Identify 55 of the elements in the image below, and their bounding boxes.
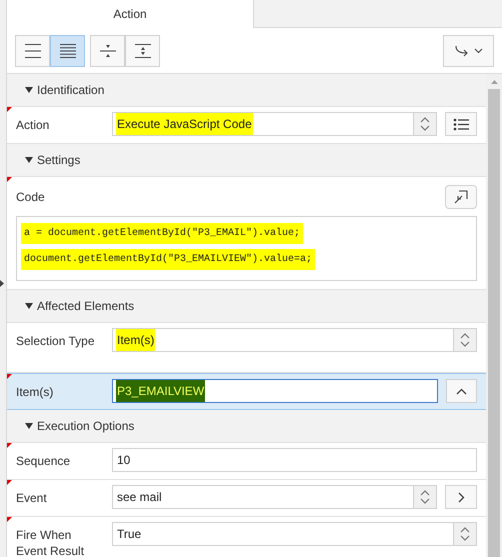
property-label: Fire When Event Result bbox=[16, 527, 86, 557]
show-all-button[interactable] bbox=[50, 34, 85, 66]
lines-icon bbox=[60, 44, 76, 58]
tab[interactable]: Action bbox=[7, 0, 253, 28]
list-button[interactable] bbox=[445, 112, 477, 136]
expand-icon bbox=[134, 44, 150, 58]
caret-down-icon bbox=[474, 48, 482, 54]
property-label: Selection Type bbox=[16, 333, 96, 349]
property-label: Sequence bbox=[16, 453, 72, 469]
collapse-button[interactable] bbox=[446, 379, 477, 403]
field-value: Execute JavaScript Code bbox=[116, 113, 253, 135]
scroll-up-icon bbox=[490, 80, 498, 84]
code-editor[interactable]: a = document.getElementById("P3_EMAIL").value; document.getElementById("P3_EMAILVIEW").value=a; bbox=[16, 216, 477, 281]
lines-icon bbox=[24, 44, 40, 58]
scroll-thumb[interactable] bbox=[488, 89, 500, 557]
curved-arrow-icon bbox=[454, 44, 470, 56]
text-field[interactable]: 10 bbox=[112, 448, 477, 472]
up-down-chevron-icon bbox=[460, 332, 470, 348]
expand-all-button[interactable] bbox=[125, 34, 160, 66]
field-value: P3_EMAILVIEW bbox=[116, 380, 206, 402]
property-label: Code bbox=[16, 189, 45, 206]
select-field[interactable]: True bbox=[112, 522, 477, 546]
triangle-icon bbox=[25, 87, 33, 93]
chevron-up-icon bbox=[456, 388, 467, 394]
select-field[interactable]: see mail bbox=[112, 485, 437, 509]
triangle-icon bbox=[25, 423, 33, 429]
field-value: Item(s) bbox=[116, 329, 156, 351]
collapse-icon bbox=[100, 44, 116, 58]
list-icon bbox=[453, 118, 469, 130]
property-label: Event bbox=[16, 490, 48, 506]
collapse-handle-icon[interactable] bbox=[0, 280, 4, 287]
property-label: Item(s) bbox=[16, 384, 54, 400]
field-value: 10 bbox=[116, 452, 132, 469]
show-common-button[interactable] bbox=[15, 34, 50, 66]
triangle-icon bbox=[25, 157, 33, 163]
field-value: True bbox=[116, 526, 142, 543]
up-down-chevron-icon bbox=[420, 489, 430, 505]
go-to-button[interactable] bbox=[445, 485, 477, 509]
go-to-group-button[interactable] bbox=[443, 34, 494, 66]
item-picker-field[interactable]: P3_EMAILVIEW bbox=[112, 379, 438, 403]
select-toggle[interactable] bbox=[413, 113, 436, 135]
expand-icon bbox=[454, 190, 468, 204]
select-field[interactable]: Item(s) bbox=[112, 328, 477, 352]
up-down-chevron-icon bbox=[420, 116, 430, 132]
triangle-icon bbox=[25, 303, 33, 309]
select-toggle[interactable] bbox=[453, 523, 476, 545]
property-label: Action bbox=[16, 117, 50, 133]
expand-editor-button[interactable] bbox=[445, 185, 477, 209]
collapse-all-button[interactable] bbox=[90, 34, 125, 66]
select-toggle[interactable] bbox=[413, 486, 436, 508]
field-value: see mail bbox=[116, 489, 163, 506]
up-down-chevron-icon bbox=[460, 526, 470, 542]
chevron-right-icon bbox=[458, 492, 464, 502]
select-field[interactable]: Execute JavaScript Code bbox=[112, 112, 437, 136]
select-toggle[interactable] bbox=[453, 329, 476, 351]
